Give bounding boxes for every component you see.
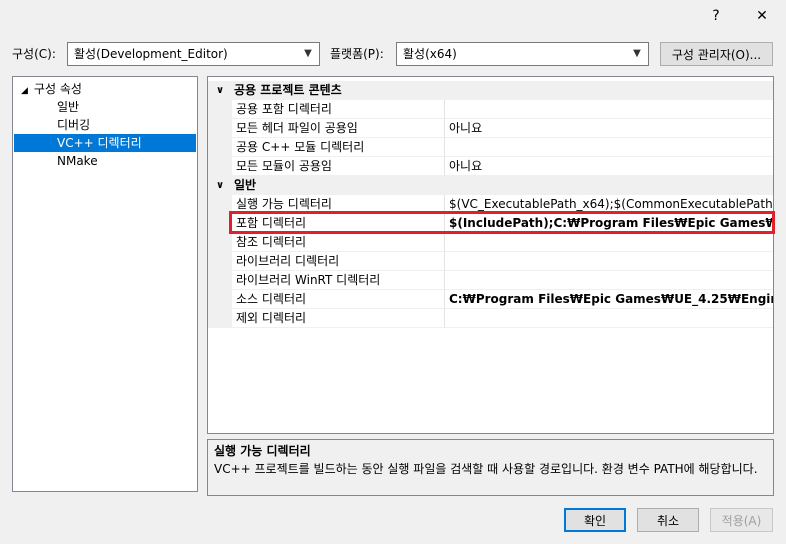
chevron-down-icon[interactable]: ∨ <box>216 81 228 100</box>
property-name: 라이브러리 디렉터리 <box>232 252 445 271</box>
help-icon: ? <box>712 8 720 24</box>
tree-item-label: NMake <box>57 154 98 168</box>
row-gutter <box>208 290 232 309</box>
row-gutter <box>208 309 232 328</box>
property-value[interactable]: $(VC_ExecutablePath_x64);$(CommonExecuta… <box>445 195 773 214</box>
property-name: 실행 가능 디렉터리 <box>232 195 445 214</box>
property-name: 소스 디렉터리 <box>232 290 445 309</box>
tree-item-label: 디버깅 <box>57 118 91 132</box>
property-row[interactable]: 라이브러리 디렉터리 <box>208 252 773 271</box>
property-value[interactable]: C:₩Program Files₩Epic Games₩UE_4.25₩Engi… <box>445 290 773 309</box>
configuration-dropdown[interactable]: 활성(Development_Editor) ▼ <box>67 42 320 66</box>
close-icon: ✕ <box>756 8 768 24</box>
category-general[interactable]: ∨ 일반 <box>208 176 773 195</box>
property-name: 제외 디렉터리 <box>232 309 445 328</box>
property-value[interactable] <box>445 100 773 119</box>
property-name: 모든 모듈이 공용임 <box>232 157 445 176</box>
property-name: 라이브러리 WinRT 디렉터리 <box>232 271 445 290</box>
property-row[interactable]: 공용 C++ 모듈 디렉터리 <box>208 138 773 157</box>
row-gutter <box>208 157 232 176</box>
chevron-down-icon: ▼ <box>304 48 312 59</box>
configuration-manager-button[interactable]: 구성 관리자(O)... <box>660 42 773 66</box>
title-bar: ? ✕ <box>0 0 786 32</box>
row-gutter <box>208 100 232 119</box>
platform-dropdown[interactable]: 활성(x64) ▼ <box>396 42 649 66</box>
row-gutter <box>208 138 232 157</box>
property-value[interactable] <box>445 138 773 157</box>
row-gutter <box>208 195 232 214</box>
property-row[interactable]: 제외 디렉터리 <box>208 309 773 328</box>
description-panel: 실행 가능 디렉터리 VC++ 프로젝트를 빌드하는 동안 실행 파일을 검색할… <box>207 439 774 496</box>
category-label: 일반 <box>234 178 257 192</box>
tree-root-label: 구성 속성 <box>33 82 82 96</box>
close-button[interactable]: ✕ <box>740 0 784 32</box>
row-gutter <box>208 214 232 233</box>
tree-item-nmake[interactable]: NMake <box>57 152 197 170</box>
property-tree: ◢ 구성 속성 일반 디버깅 VC++ 디렉터리 NMake <box>12 76 198 492</box>
configuration-label: 구성(C): <box>12 47 56 61</box>
category-common-project-content[interactable]: ∨ 공용 프로젝트 콘텐츠 <box>208 81 773 100</box>
help-button[interactable]: ? <box>694 0 738 32</box>
property-row-executable-directories[interactable]: 실행 가능 디렉터리 $(VC_ExecutablePath_x64);$(Co… <box>208 195 773 214</box>
configuration-value: 활성(Development_Editor) <box>74 47 228 61</box>
cancel-button[interactable]: 취소 <box>637 508 699 532</box>
platform-value: 활성(x64) <box>403 47 457 61</box>
property-row[interactable]: 라이브러리 WinRT 디렉터리 <box>208 271 773 290</box>
tree-item-label: 일반 <box>57 100 80 114</box>
row-gutter <box>208 271 232 290</box>
tree-root-configuration-properties[interactable]: ◢ 구성 속성 <box>21 80 191 98</box>
property-value[interactable] <box>445 233 773 252</box>
expand-toggle-icon[interactable]: ◢ <box>21 86 28 96</box>
tree-item-debugging[interactable]: 디버깅 <box>57 116 197 134</box>
platform-label: 플랫폼(P): <box>330 47 384 61</box>
property-grid: ∨ 공용 프로젝트 콘텐츠 공용 포함 디렉터리 모든 헤더 파일이 공용임 아… <box>207 76 774 434</box>
description-text: VC++ 프로젝트를 빌드하는 동안 실행 파일을 검색할 때 사용할 경로입니… <box>214 462 758 476</box>
ok-button[interactable]: 확인 <box>564 508 626 532</box>
tree-item-label: VC++ 디렉터리 <box>57 136 142 150</box>
tree-item-general[interactable]: 일반 <box>57 98 197 116</box>
property-value[interactable] <box>445 271 773 290</box>
property-name: 모든 헤더 파일이 공용임 <box>232 119 445 138</box>
property-value[interactable]: 아니요 <box>445 119 773 138</box>
row-gutter <box>208 233 232 252</box>
property-name: 공용 C++ 모듈 디렉터리 <box>232 138 445 157</box>
property-row[interactable]: 모든 헤더 파일이 공용임 아니요 <box>208 119 773 138</box>
property-name: 공용 포함 디렉터리 <box>232 100 445 119</box>
property-row-source-directories[interactable]: 소스 디렉터리 C:₩Program Files₩Epic Games₩UE_4… <box>208 290 773 309</box>
property-value[interactable]: $(IncludePath);C:₩Program Files₩Epic Gam… <box>445 214 773 233</box>
property-value[interactable] <box>445 309 773 328</box>
property-value[interactable]: 아니요 <box>445 157 773 176</box>
description-title: 실행 가능 디렉터리 <box>214 444 311 458</box>
category-label: 공용 프로젝트 콘텐츠 <box>234 83 342 97</box>
apply-button[interactable]: 적용(A) <box>710 508 773 532</box>
property-row-include-directories[interactable]: 포함 디렉터리 $(IncludePath);C:₩Program Files₩… <box>208 214 773 233</box>
chevron-down-icon: ▼ <box>633 48 641 59</box>
row-gutter <box>208 252 232 271</box>
property-value[interactable] <box>445 252 773 271</box>
property-name: 참조 디렉터리 <box>232 233 445 252</box>
chevron-down-icon[interactable]: ∨ <box>216 176 228 195</box>
tree-item-vc-directories[interactable]: VC++ 디렉터리 <box>14 134 196 152</box>
property-row[interactable]: 공용 포함 디렉터리 <box>208 100 773 119</box>
property-row[interactable]: 모든 모듈이 공용임 아니요 <box>208 157 773 176</box>
property-row[interactable]: 참조 디렉터리 <box>208 233 773 252</box>
property-name: 포함 디렉터리 <box>232 214 445 233</box>
row-gutter <box>208 119 232 138</box>
